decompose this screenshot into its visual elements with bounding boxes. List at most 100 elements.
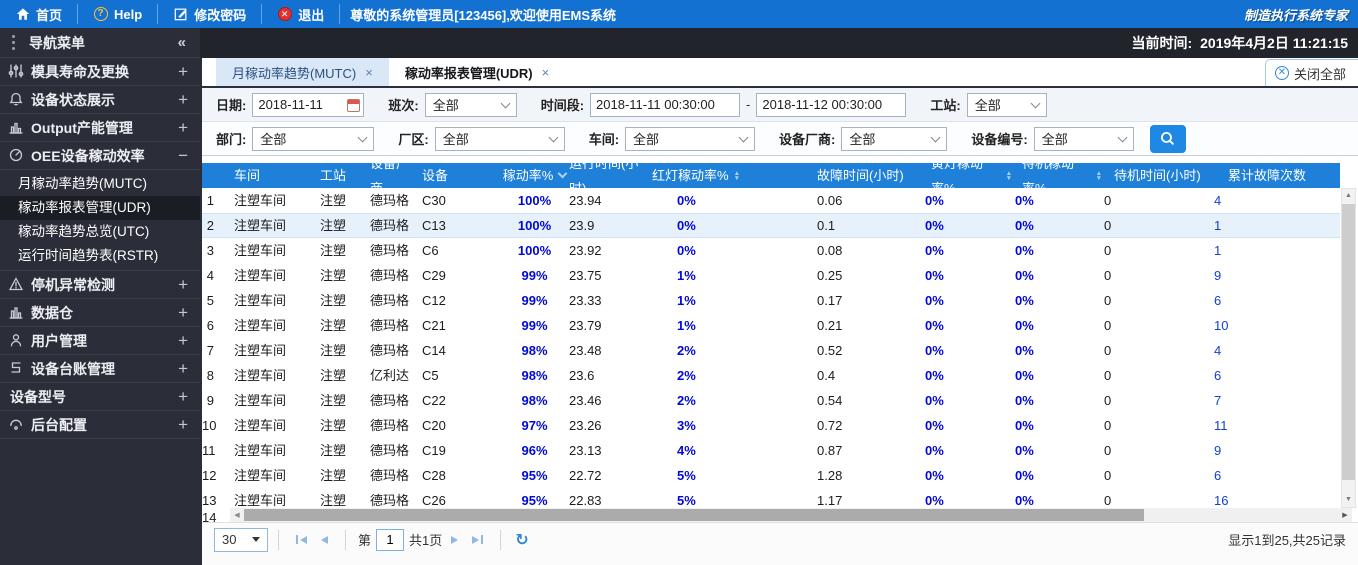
table-row[interactable]: 4 注塑车间 注塑 德玛格 C29 99% 23.75 1% 0.25 0% 0% 0 9 — [202, 263, 1340, 288]
horizontal-scroll-thumb[interactable] — [244, 509, 1144, 521]
tab-close-icon[interactable]: × — [542, 65, 550, 80]
column-header[interactable]: 设备 — [419, 163, 502, 188]
workshop-label: 车间: — [588, 132, 620, 147]
column-header[interactable]: 运行时间(小时) — [567, 156, 650, 196]
sidebar-item[interactable]: 设备状态展示 + — [0, 86, 200, 114]
calendar-icon[interactable] — [347, 98, 361, 112]
home-button[interactable]: 首页 — [0, 4, 79, 24]
sidebar-item[interactable]: 数据仓 + — [0, 299, 200, 327]
column-header[interactable]: 红灯稼动率% ▲ ▼ — [650, 163, 802, 188]
column-header-label: 红灯稼动率% — [652, 168, 729, 183]
next-page-button[interactable] — [451, 535, 459, 544]
sidebar-subitem[interactable]: 稼动率报表管理(UDR) — [0, 196, 200, 220]
expand-icon[interactable]: + — [178, 118, 188, 138]
factory-select[interactable]: 全部 — [434, 126, 565, 151]
tab[interactable]: 月稼动率趋势(MUTC) × — [216, 58, 389, 86]
sort-icon[interactable]: ▲ ▼ — [734, 170, 740, 182]
horizontal-scrollbar[interactable]: ◀ ▶ — [230, 508, 1352, 522]
column-header[interactable]: 稼动率% — [502, 163, 568, 188]
table-row[interactable]: 12 注塑车间 注塑 德玛格 C28 95% 22.72 5% 1.28 0% 0% 0 6 — [202, 463, 1340, 488]
table-row[interactable]: 7 注塑车间 注塑 德玛格 C14 98% 23.48 2% 0.52 0% 0% 0 4 — [202, 338, 1340, 363]
last-page-button[interactable] — [472, 535, 484, 544]
help-button[interactable]: ? Help — [78, 4, 159, 24]
expand-icon[interactable]: + — [178, 331, 188, 351]
table-row[interactable]: 5 注塑车间 注塑 德玛格 C12 99% 23.33 1% 0.17 0% 0% 0 6 — [202, 288, 1340, 313]
database-icon — [8, 304, 25, 321]
page-prefix: 第 — [358, 533, 372, 548]
first-page-button[interactable] — [296, 535, 307, 544]
scroll-left-icon[interactable]: ◀ — [230, 511, 244, 519]
workshop-select[interactable]: 全部 — [625, 126, 756, 151]
chevron-down-icon — [500, 98, 511, 108]
column-header[interactable]: 待机时间(小时) — [1102, 163, 1212, 188]
column-header[interactable]: 故障时间(小时) — [802, 163, 915, 188]
time-to-input[interactable] — [756, 92, 907, 117]
collapse-icon[interactable]: − — [178, 146, 188, 166]
sidebar-subitem[interactable]: 月稼动率趋势(MUTC) — [0, 172, 200, 196]
expand-icon[interactable]: + — [178, 90, 188, 110]
sidebar-item[interactable]: 后台配置 + — [0, 411, 200, 439]
table-row[interactable]: 3 注塑车间 注塑 德玛格 C6 100% 23.92 0% 0.08 0% 0% 0 1 — [202, 238, 1340, 263]
change-password-button[interactable]: 修改密码 — [158, 4, 263, 24]
sidebar-item[interactable]: 模具寿命及更换 + — [0, 58, 200, 86]
sidebar-subitem[interactable]: 运行时间趋势表(RSTR) — [0, 244, 200, 268]
expand-icon[interactable]: + — [178, 62, 188, 82]
grip-icon[interactable] — [12, 41, 15, 44]
vertical-scroll-thumb[interactable] — [1342, 204, 1355, 480]
table-cell: 95% — [521, 468, 548, 483]
refresh-icon[interactable]: ↻ — [515, 530, 528, 550]
column-header[interactable]: 待机稼动率% ▲ ▼ — [1012, 156, 1102, 196]
search-button[interactable] — [1149, 124, 1186, 153]
page-size-select[interactable]: 30 — [214, 527, 268, 552]
time-from-input[interactable] — [590, 92, 741, 117]
table-row[interactable]: 2 注塑车间 注塑 德玛格 C13 100% 23.9 0% 0.1 0% 0% 0 1 — [202, 213, 1340, 238]
sidebar-item[interactable]: 设备台账管理 + — [0, 355, 200, 383]
sidebar-item[interactable]: Output产能管理 + — [0, 114, 200, 142]
scroll-down-icon[interactable]: ▼ — [1342, 493, 1355, 507]
sidebar-item[interactable]: 用户管理 + — [0, 327, 200, 355]
dept-select[interactable]: 全部 — [252, 126, 375, 151]
column-header[interactable]: 黄灯稼动率% ▲ ▼ — [915, 156, 1012, 196]
warning-icon — [8, 276, 25, 293]
prev-page-button[interactable] — [321, 535, 328, 544]
table-row[interactable]: 9 注塑车间 注塑 德玛格 C22 98% 23.46 2% 0.54 0% 0% 0 7 — [202, 388, 1340, 413]
scroll-right-icon[interactable]: ▶ — [1338, 511, 1352, 519]
expand-icon[interactable]: + — [178, 359, 188, 379]
vertical-scrollbar[interactable]: ▲ ▼ — [1341, 188, 1356, 508]
column-header[interactable]: 累计故障次数 — [1212, 163, 1340, 188]
page-number-input[interactable] — [376, 528, 405, 551]
collapse-sidebar-icon[interactable]: « — [178, 34, 200, 51]
table-row[interactable]: 8 注塑车间 注塑 亿利达 C5 98% 23.6 2% 0.4 0% 0% 0 6 — [202, 363, 1340, 388]
station-select[interactable]: 全部 — [966, 92, 1047, 117]
sidebar-item[interactable]: 停机异常检测 + — [0, 271, 200, 299]
scroll-up-icon[interactable]: ▲ — [1342, 189, 1355, 203]
table-row[interactable]: 11 注塑车间 注塑 德玛格 C19 96% 23.13 4% 0.87 0% 0% 0 9 — [202, 438, 1340, 463]
shift-select[interactable]: 全部 — [424, 92, 517, 117]
change-password-label: 修改密码 — [194, 7, 247, 23]
expand-icon[interactable]: + — [178, 387, 188, 407]
sidebar-item[interactable]: OEE设备稼动效率 − — [0, 142, 200, 170]
row-number: 5 — [206, 293, 214, 308]
tab-active[interactable]: 稼动率报表管理(UDR) × — [388, 58, 566, 86]
table-cell: 98% — [521, 343, 548, 358]
table-row[interactable]: 10 注塑车间 注塑 德玛格 C20 97% 23.26 3% 0.72 0% 0% 0 11 — [202, 413, 1340, 438]
close-all-button[interactable]: ✕ 关闭全部 — [1264, 59, 1358, 86]
sidebar-subitem[interactable]: 稼动率趋势总览(UTC) — [0, 220, 200, 244]
column-header[interactable]: 车间 — [230, 163, 317, 188]
column-header[interactable]: 设备厂商 — [367, 156, 419, 196]
expand-icon[interactable]: + — [178, 415, 188, 435]
device-select[interactable]: 全部 — [1033, 126, 1134, 151]
table-cell: 23.26 — [569, 418, 602, 433]
expand-icon[interactable]: + — [178, 303, 188, 323]
vendor-select[interactable]: 全部 — [841, 126, 948, 151]
row-number: 8 — [206, 368, 214, 383]
table-row[interactable]: 13 注塑车间 注塑 德玛格 C26 95% 22.83 5% 1.17 0% 0% 0 16 — [202, 488, 1340, 508]
column-header[interactable]: 工站 — [317, 163, 367, 188]
sidebar-item[interactable]: 设备型号 + — [0, 383, 200, 411]
table-row[interactable]: 1 注塑车间 注塑 德玛格 C30 100% 23.94 0% 0.06 0% 0% 0 4 — [202, 188, 1340, 213]
logout-button[interactable]: ✕ 退出 — [262, 4, 341, 24]
tab-close-icon[interactable]: × — [365, 65, 373, 80]
expand-icon[interactable]: + — [178, 275, 188, 295]
table-row[interactable]: 6 注塑车间 注塑 德玛格 C21 99% 23.79 1% 0.21 0% 0% 0 10 — [202, 313, 1340, 338]
table-cell: 注塑车间 — [234, 443, 287, 458]
